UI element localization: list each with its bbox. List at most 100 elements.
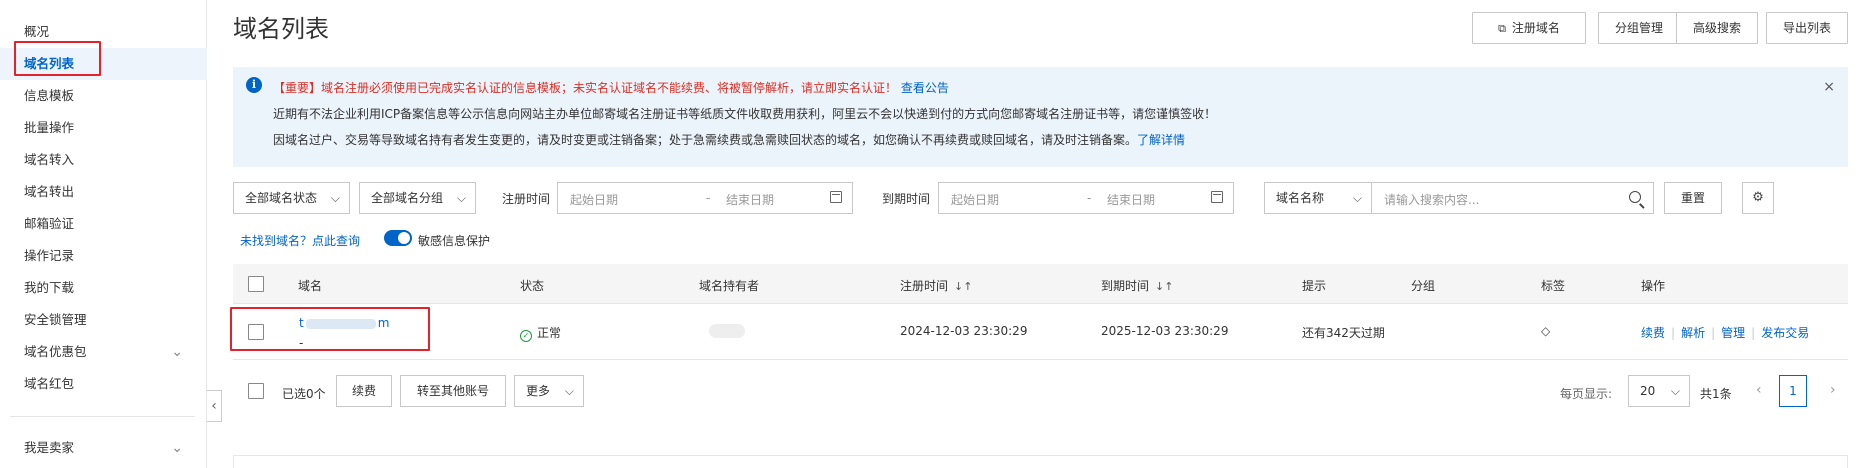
sidebar-item-transfer-out[interactable]: 域名转出 xyxy=(0,176,207,208)
chevron-down-icon: ⌵ xyxy=(1670,384,1680,398)
sidebar-item-discount-pack[interactable]: 域名优惠包 ⌄ xyxy=(0,336,207,368)
close-icon[interactable]: × xyxy=(1823,79,1835,95)
not-found-link-row: 未找到域名？点此查询 xyxy=(240,232,360,249)
batch-renew-button[interactable]: 续费 xyxy=(336,375,392,407)
next-page-icon[interactable]: › xyxy=(1830,382,1836,398)
col-reg-time[interactable]: 注册时间 ↓↑ xyxy=(900,277,972,294)
col-holder: 域名持有者 xyxy=(699,279,760,293)
chevron-down-icon: ⌄ xyxy=(171,440,183,456)
more-dropdown[interactable]: 更多 ⌵ xyxy=(514,375,584,407)
sidebar-item-seller[interactable]: 我是卖家 ⌄ xyxy=(0,432,207,464)
range-dash: - xyxy=(706,191,711,205)
selected-count: 已选0个 xyxy=(282,387,326,401)
exp-date-range[interactable]: 起始日期 - 结束日期 xyxy=(938,182,1234,214)
sidebar-item-label: 安全锁管理 xyxy=(24,312,87,327)
status-cell: ✓ 正常 xyxy=(520,324,561,342)
page-1-button[interactable]: 1 xyxy=(1779,375,1807,407)
search-field-value: 域名名称 xyxy=(1276,191,1325,205)
sidebar-item-label: 我是卖家 xyxy=(24,440,75,455)
start-date-placeholder: 起始日期 xyxy=(951,193,1000,207)
transfer-account-button[interactable]: 转至其他账号 xyxy=(400,375,506,407)
sidebar-item-label: 域名红包 xyxy=(24,376,75,391)
sidebar-item-email-verify[interactable]: 邮箱验证 xyxy=(0,208,207,240)
reg-date-range[interactable]: 起始日期 - 结束日期 xyxy=(557,182,853,214)
col-exp-time-label: 到期时间 xyxy=(1101,279,1150,293)
reset-button[interactable]: 重置 xyxy=(1664,182,1722,214)
end-date-placeholder: 结束日期 xyxy=(726,193,775,207)
chevron-down-icon: ⌵ xyxy=(456,191,466,205)
settings-gear-icon[interactable]: ⚙ xyxy=(1742,182,1774,214)
calendar-icon xyxy=(1211,191,1223,203)
sidebar-item-label: 域名转入 xyxy=(24,152,75,167)
sidebar-item-downloads[interactable]: 我的下载 xyxy=(0,272,207,304)
advanced-search-button[interactable]: 高级搜索 xyxy=(1676,12,1758,44)
export-list-button[interactable]: 导出列表 xyxy=(1766,12,1848,44)
register-domain-button[interactable]: ⧉ 注册域名 xyxy=(1472,12,1586,44)
highlight-box xyxy=(230,307,430,351)
col-status: 状态 xyxy=(520,279,545,293)
chevron-down-icon: ⌵ xyxy=(1352,191,1362,205)
notice-link-details[interactable]: 了解详情 xyxy=(1137,133,1185,147)
sidebar-item-operation-log[interactable]: 操作记录 xyxy=(0,240,207,272)
status-text: 正常 xyxy=(537,326,562,340)
end-date-placeholder: 结束日期 xyxy=(1107,193,1156,207)
group-select[interactable]: 全部域名分组 ⌵ xyxy=(359,182,476,214)
tag-icon[interactable]: ◇ xyxy=(1541,324,1550,338)
page-title: 域名列表 xyxy=(233,15,329,43)
range-dash: - xyxy=(1087,191,1092,205)
sidebar-item-label: 我的下载 xyxy=(24,280,75,295)
total-count: 共1条 xyxy=(1700,387,1732,401)
select-all-checkbox[interactable] xyxy=(248,276,264,292)
highlight-box xyxy=(14,41,101,76)
register-domain-label: 注册域名 xyxy=(1511,21,1560,35)
sensitive-info-toggle[interactable] xyxy=(384,230,412,246)
notice-banner: i 【重要】域名注册必须使用已完成实名认证的信息模板；未实名认证域名不能续费、将… xyxy=(233,67,1848,167)
prev-page-icon[interactable]: ‹ xyxy=(1756,382,1762,398)
sidebar-divider xyxy=(10,416,195,417)
sidebar-item-label: 信息模板 xyxy=(24,88,75,103)
status-select-value: 全部域名状态 xyxy=(245,191,318,205)
per-page-value: 20 xyxy=(1640,384,1656,398)
table-header: 域名 状态 域名持有者 注册时间 ↓↑ 到期时间 ↓↑ 提示 分组 标签 操作 xyxy=(233,264,1848,304)
sidebar-item-label: 邮箱验证 xyxy=(24,216,75,231)
check-circle-icon: ✓ xyxy=(520,330,532,342)
renew-link[interactable]: 续费 xyxy=(1641,326,1665,340)
hint-cell: 还有342天过期 xyxy=(1302,326,1385,340)
group-manage-button[interactable]: 分组管理 xyxy=(1598,12,1680,44)
sidebar-item-label: 域名转出 xyxy=(24,184,75,199)
ops-separator: | xyxy=(1671,326,1676,340)
sidebar-item-red-packet[interactable]: 域名红包 xyxy=(0,368,207,400)
sidebar-collapse-handle[interactable]: ‹ xyxy=(207,390,222,422)
search-field-select[interactable]: 域名名称 ⌵ xyxy=(1264,182,1372,214)
holder-redacted xyxy=(709,324,745,338)
publish-trade-link[interactable]: 发布交易 xyxy=(1761,326,1809,340)
notice-text: 因域名过户、交易等导致域名持有者发生变更的，请及时变更或注销备案；处于急需续费或… xyxy=(273,133,1138,147)
notice-link-announcement[interactable]: 查看公告 xyxy=(901,81,949,95)
col-group: 分组 xyxy=(1411,279,1436,293)
dns-link[interactable]: 解析 xyxy=(1681,326,1705,340)
footer-select-checkbox[interactable] xyxy=(248,383,264,399)
per-page-label: 每页显示: xyxy=(1560,387,1613,401)
sort-icon[interactable]: ↓↑ xyxy=(1155,280,1173,293)
table-row: tm - ✓ 正常 2024-12-03 23:30:29 2025-12-03 … xyxy=(233,304,1848,360)
exp-time-cell: 2025-12-03 23:30:29 xyxy=(1101,324,1229,338)
sort-icon[interactable]: ↓↑ xyxy=(954,280,972,293)
status-select[interactable]: 全部域名状态 ⌵ xyxy=(233,182,350,214)
search-input[interactable]: 请输入搜索内容... xyxy=(1372,182,1654,214)
col-domain: 域名 xyxy=(298,279,323,293)
col-exp-time[interactable]: 到期时间 ↓↑ xyxy=(1101,277,1173,294)
sidebar-item-label: 批量操作 xyxy=(24,120,75,135)
sidebar-item-transfer-in[interactable]: 域名转入 xyxy=(0,144,207,176)
sidebar-item-batch[interactable]: 批量操作 xyxy=(0,112,207,144)
manage-link[interactable]: 管理 xyxy=(1721,326,1745,340)
search-icon[interactable] xyxy=(1629,191,1641,203)
ops-separator: | xyxy=(1711,326,1716,340)
notice-text: 【重要】域名注册必须使用已完成实名认证的信息模板；未实名认证域名不能续费、将被暂… xyxy=(273,81,898,95)
exp-time-label: 到期时间 xyxy=(882,192,931,206)
per-page-select[interactable]: 20 ⌵ xyxy=(1628,375,1690,407)
sidebar-item-info-template[interactable]: 信息模板 xyxy=(0,80,207,112)
search-placeholder: 请输入搜索内容... xyxy=(1384,193,1480,207)
reg-time-label: 注册时间 xyxy=(502,192,551,206)
not-found-link[interactable]: 未找到域名？点此查询 xyxy=(240,234,360,248)
sidebar-item-security-lock[interactable]: 安全锁管理 xyxy=(0,304,207,336)
